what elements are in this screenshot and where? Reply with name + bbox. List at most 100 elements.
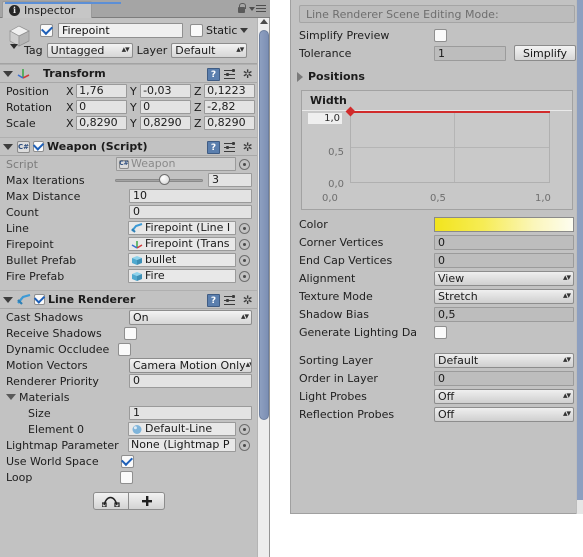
positions-foldout-icon[interactable] [297, 71, 303, 82]
object-picker-icon[interactable] [239, 270, 250, 282]
scale-label: Scale [6, 116, 36, 130]
tab-inspector[interactable]: i Inspector [2, 1, 121, 18]
right-panel-scrollbar[interactable] [576, 0, 583, 514]
use-world-space-label: Use World Space [6, 454, 99, 468]
object-picker-icon[interactable] [239, 158, 250, 170]
scale-x-field[interactable]: 0,8290 [76, 116, 127, 130]
hamburger-menu-icon[interactable] [249, 4, 266, 13]
cast-shadows-dropdown[interactable]: On ▴▾ [129, 309, 252, 325]
line-renderer-enabled-checkbox[interactable] [34, 294, 45, 305]
color-gradient-field[interactable] [434, 216, 574, 232]
object-picker-icon[interactable] [239, 222, 250, 234]
object-picker-icon[interactable] [239, 238, 250, 250]
weapon-foldout-icon[interactable] [3, 143, 13, 150]
simplify-button[interactable]: Simplify [514, 45, 577, 61]
use-world-space-row: Use World Space [0, 453, 258, 469]
lightmap-parameter-objectfield[interactable]: None (Lightmap P [128, 438, 236, 452]
static-checkbox[interactable] [190, 24, 203, 37]
texture-mode-dropdown[interactable]: Stretch ▴▾ [434, 288, 574, 304]
sorting-layer-dropdown[interactable]: Default ▴▾ [434, 352, 574, 368]
tolerance-field[interactable]: 1 [434, 45, 506, 61]
max-iterations-field[interactable]: 3 [208, 173, 252, 187]
simplify-preview-checkbox[interactable] [434, 28, 447, 42]
line-renderer-component-header[interactable]: Line Renderer ? ✲ [0, 290, 258, 309]
scale-y-field[interactable]: 0,8290 [140, 116, 191, 130]
gameobject-name-input[interactable]: Firepoint [58, 23, 183, 38]
corner-vertices-field[interactable]: 0 [434, 234, 574, 250]
rotation-x-field[interactable]: 0 [76, 100, 127, 114]
rotation-z-field[interactable]: -2,82 [204, 100, 255, 114]
transform-component-header[interactable]: Transform ? ✲ [0, 64, 258, 83]
width-curve-field[interactable]: Width 1,0 0,5 0,0 0,0 0,5 1,0 [301, 90, 573, 210]
right-scrollbar-thumb[interactable] [577, 0, 583, 500]
materials-foldout-row[interactable]: Materials [0, 389, 258, 405]
preset-icon[interactable] [224, 68, 237, 81]
gameobject-enabled-checkbox[interactable] [40, 24, 53, 37]
line-renderer-foldout-icon[interactable] [3, 296, 13, 303]
alignment-dropdown[interactable]: View ▴▾ [434, 270, 574, 286]
reflection-probes-dropdown[interactable]: Off ▴▾ [434, 406, 574, 422]
tolerance-label: Tolerance [299, 46, 352, 60]
position-z-field[interactable]: 0,1223 [204, 84, 255, 98]
width-curve-plot-area[interactable] [345, 106, 550, 183]
fire-prefab-objectfield[interactable]: Fire [128, 269, 236, 283]
order-in-layer-field[interactable]: 0 [434, 370, 574, 386]
max-distance-field[interactable]: 10 [129, 189, 252, 203]
gameobject-header: Firepoint Static Tag Untagged ▴▾ Layer D… [0, 18, 258, 64]
materials-size-field[interactable]: 1 [129, 406, 252, 420]
firepoint-objectfield[interactable]: Firepoint (Trans [128, 237, 236, 251]
edit-curve-points-icon[interactable] [93, 492, 129, 510]
use-world-space-checkbox[interactable] [120, 454, 134, 468]
max-iterations-slider[interactable] [115, 173, 203, 187]
shadow-bias-field[interactable]: 0,5 [434, 306, 574, 322]
tag-label: Tag [24, 44, 43, 57]
position-x-field[interactable]: 1,76 [76, 84, 127, 98]
preset-icon[interactable] [224, 294, 237, 307]
layer-dropdown[interactable]: Default ▴▾ [171, 43, 248, 58]
materials-foldout-icon[interactable] [6, 394, 16, 400]
lock-icon[interactable] [237, 3, 246, 14]
count-field[interactable]: 0 [129, 205, 252, 219]
line-objectfield[interactable]: Firepoint (Line I [128, 221, 236, 235]
renderer-priority-field[interactable]: 0 [129, 374, 252, 388]
scrollbar-thumb[interactable] [259, 30, 269, 420]
end-cap-vertices-field[interactable]: 0 [434, 252, 574, 268]
weapon-enabled-checkbox[interactable] [33, 141, 44, 152]
y-tick-1: 1,0 [308, 113, 342, 124]
width-curve-keyframe[interactable] [345, 106, 356, 117]
weapon-component-header[interactable]: C# Weapon (Script) ? ✲ [0, 137, 258, 156]
gear-icon[interactable]: ✲ [241, 68, 254, 81]
plus-icon[interactable] [129, 492, 165, 510]
loop-checkbox[interactable] [120, 470, 134, 484]
position-y-field[interactable]: -0,03 [140, 84, 191, 98]
rotation-y-field[interactable]: 0 [140, 100, 191, 114]
slider-knob[interactable] [159, 174, 170, 185]
tag-dropdown[interactable]: Untagged ▴▾ [46, 43, 133, 58]
line-renderer-detail-panel: Line Renderer Scene Editing Mode: Simpli… [290, 0, 583, 514]
gear-icon[interactable]: ✲ [241, 294, 254, 307]
positions-foldout-row[interactable]: Positions [291, 67, 583, 86]
generate-lighting-data-checkbox[interactable] [434, 325, 447, 339]
help-icon[interactable]: ? [207, 141, 220, 154]
preset-icon[interactable] [224, 141, 237, 154]
materials-element0-objectfield[interactable]: Default-Line [128, 422, 236, 436]
light-probes-dropdown[interactable]: Off ▴▾ [434, 388, 574, 404]
line-row: Line Firepoint (Line I [0, 220, 258, 236]
tab-active-underline [5, 2, 121, 4]
help-icon[interactable]: ? [207, 294, 220, 307]
scroll-up-arrow-icon[interactable] [260, 19, 268, 24]
motion-vectors-dropdown[interactable]: Camera Motion Only ▴▾ [129, 357, 252, 373]
scale-z-field[interactable]: 0,8290 [204, 116, 255, 130]
transform-foldout-icon[interactable] [3, 70, 13, 77]
object-picker-icon[interactable] [239, 423, 250, 435]
receive-shadows-checkbox[interactable] [123, 326, 137, 340]
bullet-prefab-objectfield[interactable]: bullet [128, 253, 236, 267]
object-picker-icon[interactable] [239, 254, 250, 266]
texture-mode-row: Texture Mode Stretch ▴▾ [291, 287, 583, 305]
static-dropdown-caret-icon[interactable] [240, 28, 249, 33]
dynamic-occludee-checkbox[interactable] [118, 342, 132, 356]
gear-icon[interactable]: ✲ [241, 141, 254, 154]
object-picker-icon[interactable] [239, 439, 250, 451]
inspector-scrollbar[interactable] [257, 18, 269, 557]
help-icon[interactable]: ? [207, 68, 220, 81]
